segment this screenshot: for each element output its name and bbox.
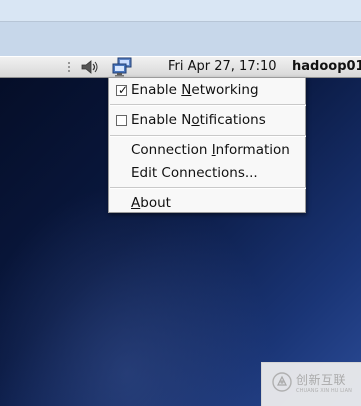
menu-separator	[110, 135, 306, 137]
menu-item-label: Edit Connections...	[131, 165, 258, 181]
checkbox-icon	[116, 115, 127, 126]
menu-item-enable-notifications[interactable]: Enable Notifications	[109, 110, 305, 131]
menu-separator	[110, 104, 306, 106]
menu-item-connection-information[interactable]: Connection Information	[109, 140, 305, 161]
menu-item-about[interactable]: About	[109, 193, 305, 214]
watermark-subtitle: CHUANG XIN HU LIAN	[296, 388, 352, 394]
top-window-background	[0, 0, 361, 57]
top-panel: Fri Apr 27, 17:10 hadoop01	[0, 56, 361, 78]
menu-item-label: Connection Information	[131, 142, 290, 158]
menu-item-edit-connections[interactable]: Edit Connections...	[109, 163, 305, 184]
logo-icon	[272, 372, 292, 392]
menu-item-label: Enable Networking	[131, 82, 259, 98]
checkbox-icon: ✓	[116, 83, 129, 97]
watermark-box: 创新互联 CHUANG XIN HU LIAN	[261, 362, 361, 406]
network-icon[interactable]	[111, 57, 135, 77]
panel-handle[interactable]	[67, 61, 71, 74]
checkmark-icon: ✓	[118, 83, 129, 97]
watermark-title: 创新互联	[296, 373, 347, 387]
panel-clock[interactable]: Fri Apr 27, 17:10	[168, 59, 277, 74]
menu-item-enable-networking[interactable]: ✓ Enable Networking	[109, 80, 305, 101]
menu-item-label: About	[131, 195, 171, 211]
volume-icon[interactable]	[81, 59, 99, 75]
menu-item-label: Enable Notifications	[131, 112, 266, 128]
menu-separator	[110, 187, 306, 189]
window-divider	[0, 21, 361, 22]
panel-hostname[interactable]: hadoop01	[292, 59, 361, 74]
network-menu: ✓ Enable Networking Enable Notifications…	[108, 77, 306, 213]
